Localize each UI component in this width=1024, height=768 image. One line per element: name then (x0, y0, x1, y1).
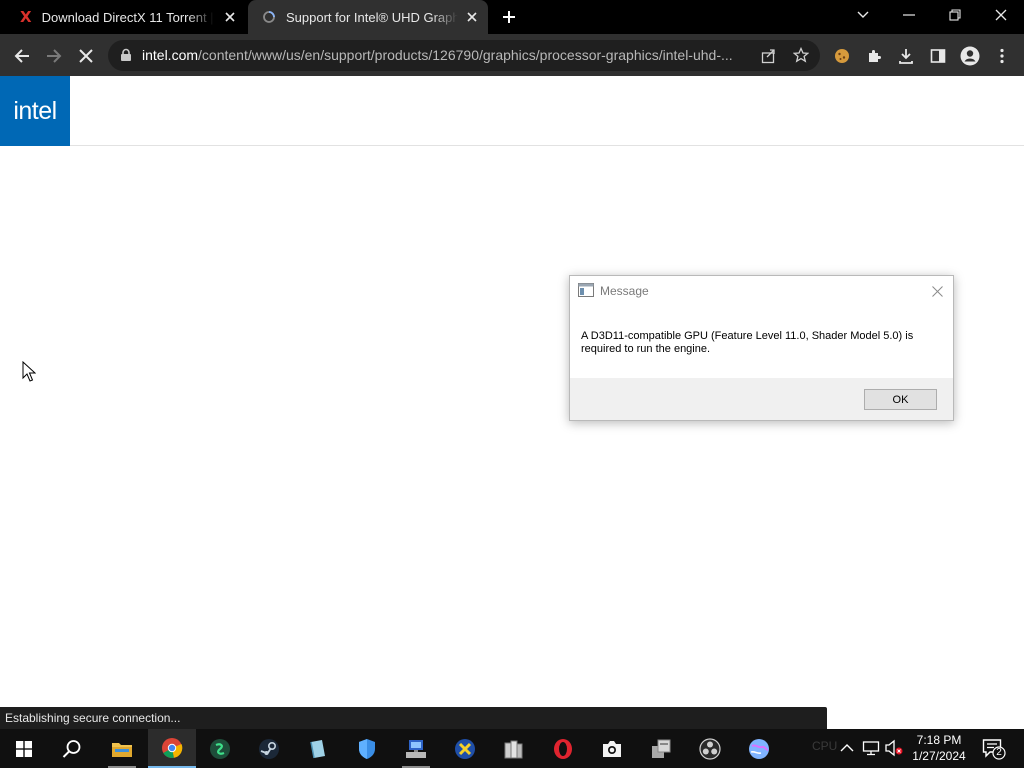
camera-icon[interactable] (588, 729, 636, 768)
show-hidden-icons-chevron-icon[interactable] (838, 739, 856, 757)
tab-title: Download DirectX 11 Torrent | 1... (41, 9, 214, 25)
ok-button[interactable]: OK (864, 389, 937, 410)
lock-icon[interactable] (119, 48, 133, 62)
taskbar-clock[interactable]: 7:18 PM 1/27/2024 (908, 732, 970, 764)
mouse-cursor-icon (22, 360, 37, 387)
dialog-close-icon[interactable] (927, 281, 947, 301)
status-bubble: Establishing secure connection... (0, 707, 827, 729)
tab-title: Support for Intel® UHD Graphics (286, 9, 458, 25)
dialog-footer: OK (570, 378, 953, 420)
dialog-title: Message (600, 284, 649, 298)
downloads-icon[interactable] (892, 42, 920, 70)
archive-app-icon[interactable] (489, 729, 537, 768)
profile-avatar-icon[interactable] (956, 42, 984, 70)
tab-close-icon[interactable] (220, 7, 240, 27)
network-computer-icon[interactable] (392, 729, 440, 768)
notebook-app-icon[interactable] (294, 729, 342, 768)
side-panel-icon[interactable] (924, 42, 952, 70)
start-button[interactable] (0, 729, 48, 768)
dialog-message-line: A D3D11-compatible GPU (Feature Level 11… (581, 330, 914, 342)
clock-time: 7:18 PM (916, 733, 962, 747)
obs-icon[interactable] (686, 729, 734, 768)
cpu-widget-text: CPU (812, 739, 838, 753)
intel-logo-text: intel (13, 96, 57, 125)
chrome-icon[interactable] (148, 729, 196, 768)
cursor-app-icon[interactable] (196, 729, 244, 768)
browser-menu-icon[interactable] (988, 42, 1016, 70)
close-window-button[interactable] (978, 0, 1024, 30)
x-tool-icon[interactable] (441, 729, 489, 768)
x-favicon-icon: X (20, 8, 32, 26)
app-window-icon (578, 283, 594, 297)
server-manager-icon[interactable] (637, 729, 685, 768)
network-icon[interactable] (862, 739, 880, 762)
forward-button[interactable] (40, 42, 68, 70)
dialog-message: A D3D11-compatible GPU (Feature Level 11… (581, 330, 931, 356)
url-path: /content/www/us/en/support/products/1267… (198, 47, 733, 63)
bookmark-star-icon[interactable] (793, 47, 809, 63)
site-header: intel (0, 76, 1024, 146)
intel-logo[interactable]: intel (0, 76, 70, 146)
volume-muted-icon[interactable] (884, 739, 904, 762)
message-dialog: Message A D3D11-compatible GPU (Feature … (569, 275, 954, 421)
search-icon[interactable] (48, 729, 96, 768)
url-text[interactable]: intel.com/content/www/us/en/support/prod… (142, 47, 758, 63)
cookie-extension-icon[interactable] (828, 42, 856, 70)
opera-icon[interactable] (539, 729, 587, 768)
windows-taskbar: CPU 7:18 PM 1/27/2024 2 (0, 729, 1024, 768)
tab-search-button[interactable] (840, 0, 886, 30)
new-tab-button[interactable] (497, 5, 521, 29)
steam-icon[interactable] (245, 729, 293, 768)
minimize-button[interactable] (886, 0, 932, 30)
stop-loading-button[interactable] (72, 42, 100, 70)
restore-button[interactable] (932, 0, 978, 30)
loading-favicon-icon (262, 10, 276, 24)
globe-app-icon[interactable] (735, 729, 783, 768)
clock-date: 1/27/2024 (912, 749, 966, 763)
dialog-message-line: required to run the engine. (581, 343, 711, 355)
browser-toolbar: intel.com/content/www/us/en/support/prod… (0, 34, 1024, 76)
url-domain: intel.com (142, 47, 199, 63)
file-explorer-icon[interactable] (98, 729, 146, 768)
tab-close-icon[interactable] (462, 7, 482, 27)
tab-strip: X Download DirectX 11 Torrent | 1... Sup… (0, 0, 1024, 34)
shield-icon[interactable] (343, 729, 391, 768)
share-icon[interactable] (761, 48, 777, 64)
notification-count: 2 (996, 747, 1002, 758)
extensions-puzzle-icon[interactable] (860, 42, 888, 70)
dialog-titlebar[interactable]: Message (570, 276, 953, 306)
back-button[interactable] (8, 42, 36, 70)
tab-intel-support[interactable]: Support for Intel® UHD Graphics (248, 0, 488, 34)
address-bar[interactable]: intel.com/content/www/us/en/support/prod… (108, 40, 820, 71)
tab-download-directx[interactable]: X Download DirectX 11 Torrent | 1... (10, 0, 246, 34)
